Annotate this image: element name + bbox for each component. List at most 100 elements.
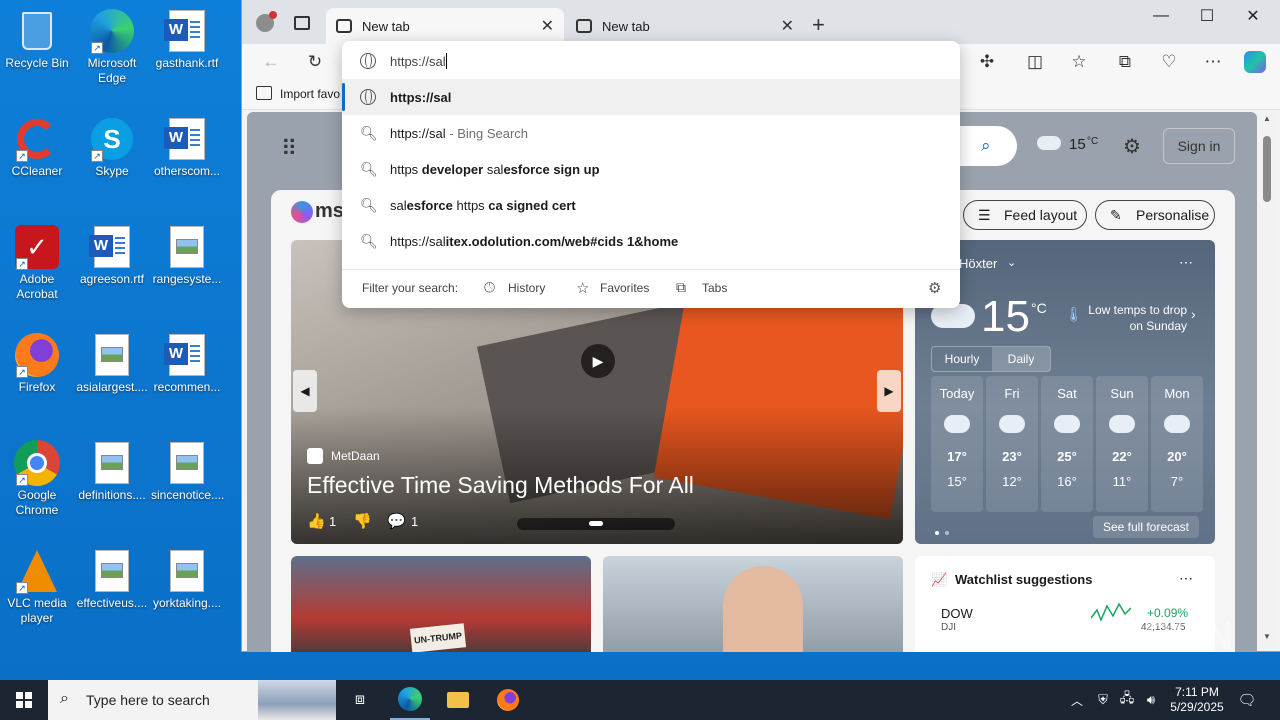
desktop-icon-effectiveus[interactable]: effectiveus.... [76, 548, 148, 611]
desktop-icon-rangesyste[interactable]: rangesyste... [151, 224, 223, 287]
carousel-dots[interactable] [517, 518, 675, 530]
task-view-icon[interactable]: ⧈ [340, 680, 380, 720]
more-options-icon[interactable]: ⋯ [1179, 570, 1193, 587]
chevron-right-icon[interactable]: › [1191, 306, 1196, 322]
address-input[interactable]: https://sal [390, 54, 446, 69]
favorites-star-icon[interactable]: ☆ [1064, 48, 1094, 76]
desktop-icon-adobe-acrobat[interactable]: ✓ ↗ Adobe Acrobat [1, 224, 73, 302]
minimize-icon[interactable]: — [1138, 0, 1184, 32]
carousel-prev-icon[interactable]: ◀ [293, 370, 317, 412]
sign-in-button[interactable]: Sign in [1163, 128, 1235, 164]
desktop-icon-yorktaking[interactable]: yorktaking.... [151, 548, 223, 611]
forecast-day[interactable]: Mon 20° 7° [1151, 376, 1203, 512]
weather-card[interactable]: Höxter ⌄ ⋯ 15 °C 🌡 Low temps to drop on … [915, 240, 1215, 544]
chevron-down-icon[interactable]: ⌄ [1007, 256, 1016, 269]
back-arrow-icon[interactable]: ← [256, 48, 286, 76]
close-icon[interactable]: ✕ [781, 16, 794, 36]
weather-alert[interactable]: Low temps to drop on Sunday [1079, 302, 1187, 334]
copilot-icon[interactable] [1240, 48, 1270, 76]
refresh-icon[interactable]: ↻ [300, 48, 330, 76]
daily-tab[interactable]: Daily [992, 347, 1050, 371]
weather-unit[interactable]: °C [1031, 300, 1047, 316]
profile-avatar[interactable] [256, 11, 277, 32]
dislike-icon[interactable]: 👎 [353, 512, 372, 530]
feed-layout-button[interactable]: ☰ Feed layout [963, 200, 1087, 230]
forecast-day[interactable]: Sun 22° 11° [1096, 376, 1148, 512]
tab-actions-icon[interactable] [294, 16, 310, 30]
new-tab-plus-icon[interactable]: + [812, 12, 825, 38]
security-icon[interactable]: ⛨ [1092, 680, 1114, 720]
page-scrollbar[interactable]: ▲ ▼ [1258, 112, 1276, 648]
close-icon[interactable]: ✕ [541, 16, 554, 36]
taskbar-search-box[interactable]: ⌕ Type here to search [48, 680, 336, 720]
comment-icon[interactable]: 💬 [387, 512, 406, 530]
search-icon[interactable]: ⌕ [981, 136, 991, 156]
hourly-tab[interactable]: Hourly [932, 347, 992, 371]
scrollbar-thumb[interactable] [1263, 136, 1271, 202]
collections-icon[interactable]: ⧉ [1110, 48, 1140, 76]
desktop-icon-recommen[interactable]: W recommen... [151, 332, 223, 395]
news-card-person[interactable] [603, 556, 903, 652]
split-screen-icon[interactable]: ◫ [1020, 48, 1050, 76]
desktop-icon-recycle-bin[interactable]: Recycle Bin [1, 8, 73, 71]
taskbar-firefox-icon[interactable] [488, 680, 528, 720]
scroll-down-icon[interactable]: ▼ [1263, 632, 1271, 641]
more-options-icon[interactable]: ⋯ [1179, 254, 1193, 271]
like-icon[interactable]: 👍 [307, 512, 326, 530]
desktop-icon-skype[interactable]: S ↗ Skype [76, 116, 148, 179]
news-card-protest[interactable]: UN-TRUMP [291, 556, 591, 652]
chevron-up-icon[interactable]: ︿ [1066, 680, 1088, 720]
scroll-up-icon[interactable]: ▲ [1263, 114, 1271, 123]
play-icon[interactable]: ▶ [581, 344, 615, 378]
desktop-icon-vlc[interactable]: ↗ VLC media player [1, 548, 73, 626]
desktop-icon-firefox[interactable]: ↗ Firefox [1, 332, 73, 395]
desktop-icon-asialargest[interactable]: asialargest.... [76, 332, 148, 395]
desktop-icon-microsoft-edge[interactable]: ↗ Microsoft Edge [76, 8, 148, 86]
browser-essentials-icon[interactable]: ♡ [1154, 48, 1184, 76]
clock[interactable]: 7:11 PM 5/29/2025 [1166, 680, 1228, 720]
carousel-next-icon[interactable]: ▶ [877, 370, 901, 412]
hero-source[interactable]: MetDaan [331, 449, 380, 463]
desktop-icon-sincenotice[interactable]: sincenotice.... [151, 440, 224, 503]
settings-gear-icon[interactable]: ⚙ [1123, 134, 1141, 159]
see-full-forecast-link[interactable]: See full forecast [1093, 516, 1199, 538]
forecast-day[interactable]: Today 17° 15° [931, 376, 983, 512]
tab-new-tab[interactable]: New tab ✕ [566, 8, 804, 44]
notifications-icon[interactable]: 🗨︎ [1232, 680, 1262, 720]
suggestion-bing-search[interactable]: 🔍︎ https://sal - Bing Search [342, 115, 960, 151]
file-explorer-icon[interactable] [438, 680, 478, 720]
more-menu-icon[interactable]: ⋯ [1198, 48, 1228, 76]
personalise-button[interactable]: ✎ Personalise [1095, 200, 1215, 230]
weather-location[interactable]: Höxter [959, 256, 997, 271]
tab-new-tab-active[interactable]: New tab ✕ [326, 8, 564, 44]
import-favorites-link[interactable]: Import favo [280, 87, 340, 101]
desktop-icon-agreeson[interactable]: W agreeson.rtf [76, 224, 148, 287]
window-close-icon[interactable]: ✕ [1230, 0, 1276, 32]
desktop-icon-definitions[interactable]: definitions.... [76, 440, 148, 503]
forecast-day[interactable]: Fri 23° 12° [986, 376, 1038, 512]
desktop-icon-ccleaner[interactable]: ↗ CCleaner [1, 116, 73, 179]
forecast-day[interactable]: Sat 25° 16° [1041, 376, 1093, 512]
volume-icon[interactable]: 🔊︎ [1140, 680, 1162, 720]
header-temperature[interactable]: 15 [1069, 136, 1086, 153]
filter-history[interactable]: History [508, 281, 545, 295]
settings-gear-icon[interactable]: ⚙ [928, 279, 941, 297]
desktop-icon-google-chrome[interactable]: ↗ Google Chrome [1, 440, 73, 518]
suggestion-url[interactable]: https://sal [342, 79, 960, 115]
extensions-icon[interactable]: ✣ [972, 48, 1002, 76]
taskbar-edge-icon[interactable] [390, 680, 430, 720]
filter-favorites[interactable]: Favorites [600, 281, 649, 295]
network-icon[interactable]: 🖧 [1116, 680, 1138, 720]
hero-title[interactable]: Effective Time Saving Methods For All [307, 472, 694, 499]
suggestion-search[interactable]: 🔍︎ https://sal itex.odolution.com/web#cid… [342, 223, 960, 259]
filter-tabs[interactable]: Tabs [702, 281, 727, 295]
desktop-icon-gasthank[interactable]: W gasthank.rtf [151, 8, 223, 71]
suggestion-search[interactable]: 🔍︎ sal esforce https ca signed cert [342, 187, 960, 223]
app-launcher-icon[interactable]: ⠿ [281, 136, 297, 162]
start-windows-icon[interactable] [0, 680, 48, 720]
maximize-icon[interactable]: ☐ [1184, 0, 1230, 32]
suggestion-search[interactable]: 🔍︎ https developer sal esforce sign up [342, 151, 960, 187]
stock-symbol[interactable]: DOW [941, 606, 973, 621]
desktop-icon-otherscom[interactable]: W otherscom... [151, 116, 223, 179]
address-bar[interactable]: https://sal [342, 43, 960, 79]
